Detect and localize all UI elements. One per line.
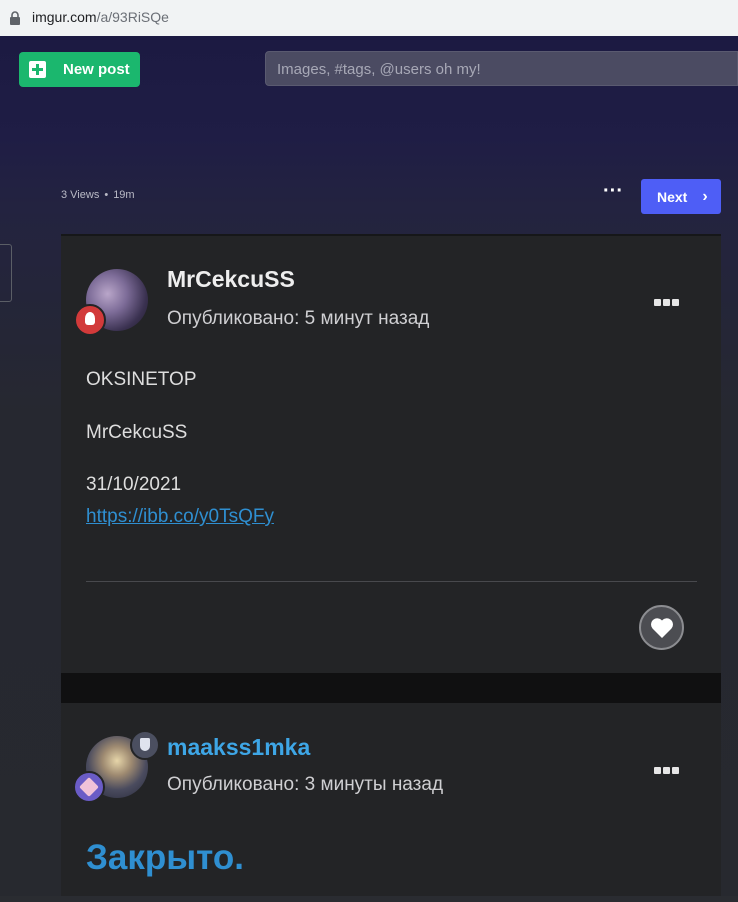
url-path: /a/93RiSQe <box>96 9 169 25</box>
comment-link[interactable]: https://ibb.co/y0TsQFy <box>86 506 274 528</box>
next-button[interactable]: Next › <box>641 179 721 214</box>
comment-line: 31/10/2021 <box>86 474 182 495</box>
comment-posted-time: Опубликовано: 3 минуты назад <box>167 774 444 795</box>
views-count: 3 Views <box>61 189 100 201</box>
comment-heading: Закрыто. <box>86 838 244 877</box>
comment-username[interactable]: maakss1mka <box>167 734 310 761</box>
search-input[interactable]: Images, #tags, @users oh my! <box>265 51 738 86</box>
comment-username[interactable]: MrCekcuSS <box>167 266 295 293</box>
comment-card <box>61 234 721 675</box>
plus-icon <box>29 61 46 78</box>
browser-address-bar[interactable]: imgur.com/a/93RiSQe <box>0 0 738 37</box>
post-meta: 3 Views • 19m <box>61 189 135 201</box>
heart-icon <box>650 617 673 638</box>
search-placeholder: Images, #tags, @users oh my! <box>277 61 481 78</box>
meta-separator: • <box>104 189 109 201</box>
lock-icon <box>10 11 20 25</box>
url-text[interactable]: imgur.com/a/93RiSQe <box>32 9 169 25</box>
new-post-button[interactable]: New post <box>19 52 140 87</box>
new-post-label: New post <box>63 61 130 78</box>
next-label: Next <box>657 188 688 205</box>
bottom-edge <box>0 896 738 902</box>
divider <box>86 581 697 582</box>
shield-badge-icon <box>130 730 160 760</box>
comment-line: MrCekcuSS <box>86 422 188 443</box>
url-domain: imgur.com <box>32 9 97 25</box>
lightbulb-badge-icon <box>74 304 106 336</box>
more-dots-icon[interactable] <box>654 761 684 774</box>
comment-posted-time: Опубликовано: 5 минут назад <box>167 308 430 329</box>
comment-line: OKSINETOP <box>86 369 197 390</box>
side-panel-handle[interactable] <box>0 244 12 302</box>
like-button[interactable] <box>639 605 684 650</box>
chevron-right-icon: › <box>702 187 708 205</box>
comment-separator <box>61 673 721 703</box>
more-options-icon[interactable]: ··· <box>603 181 625 202</box>
post-age: 19m <box>113 189 135 201</box>
more-dots-icon[interactable] <box>654 293 684 306</box>
star-badge-icon <box>73 771 105 803</box>
